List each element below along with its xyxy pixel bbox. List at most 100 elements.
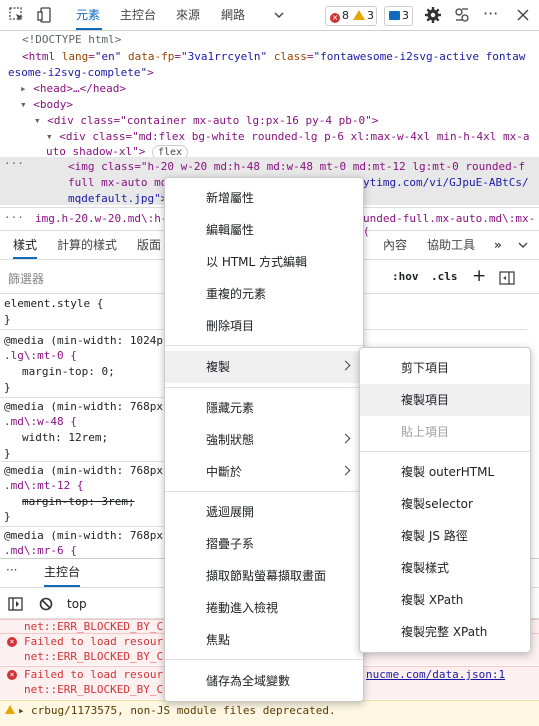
- submenu-item-copy-xpath[interactable]: 複製 XPath: [360, 584, 530, 616]
- drawer-menu-icon[interactable]: ···: [6, 563, 17, 577]
- submenu-item-copy-js-path[interactable]: 複製 JS 路徑: [360, 520, 530, 552]
- submenu-item-copy[interactable]: 複製項目: [360, 384, 530, 416]
- gear-icon[interactable]: [424, 6, 442, 24]
- console-warning: ▸ crbug/1173575, non-JS module files dep…: [0, 700, 539, 726]
- filter-input[interactable]: 篩選器: [8, 270, 44, 287]
- tab-properties[interactable]: 內容: [383, 231, 407, 259]
- html-class-val: "fontawesome-i2svg-active fontaw: [313, 50, 526, 63]
- error-icon: ×: [7, 670, 17, 680]
- more-icon[interactable]: ···: [4, 211, 24, 224]
- submenu-item-paste: 貼上項目: [360, 416, 530, 448]
- submenu-item-copy-outerhtml[interactable]: 複製 outerHTML: [360, 456, 530, 488]
- rule-declaration[interactable]: width: 12rem;: [22, 431, 108, 444]
- more-tabs-icon[interactable]: »: [494, 231, 502, 259]
- more-options-icon[interactable]: ···: [483, 6, 498, 22]
- menu-item-add-attribute[interactable]: 新增屬性: [165, 182, 363, 214]
- rule-selector[interactable]: .md\:mt-12 {: [4, 479, 83, 492]
- menu-item-collapse-children[interactable]: 摺疊子系: [165, 528, 363, 560]
- rule-close: }: [4, 510, 11, 523]
- drawer-tab-console[interactable]: 主控台: [44, 559, 81, 587]
- collapse-arrow-icon[interactable]: ▾: [20, 98, 27, 111]
- tab-layout[interactable]: 版面: [137, 231, 161, 259]
- close-icon[interactable]: [514, 6, 532, 24]
- chevron-right-icon: [340, 433, 351, 444]
- chevron-right-icon: [340, 360, 351, 371]
- rule-declaration[interactable]: margin-top: 0;: [22, 365, 115, 378]
- submenu-item-copy-full-xpath[interactable]: 複製完整 XPath: [360, 616, 530, 648]
- device-emulation-icon[interactable]: [36, 6, 54, 24]
- error-icon: ×: [7, 637, 17, 647]
- collapse-arrow-icon[interactable]: ▾: [46, 130, 53, 143]
- more-icon[interactable]: ···: [4, 157, 24, 170]
- head-node[interactable]: ▸ <head>…</head>: [20, 82, 126, 95]
- inspect-element-icon[interactable]: [8, 6, 26, 24]
- tab-elements[interactable]: 元素: [76, 0, 102, 30]
- body-node[interactable]: ▾ <body>: [20, 98, 73, 111]
- submenu-item-label: 複製 XPath: [401, 593, 464, 607]
- menu-item-hide-element[interactable]: 隱藏元素: [165, 392, 363, 424]
- errors-count: 8: [342, 9, 349, 22]
- tab-styles[interactable]: 樣式: [13, 231, 38, 259]
- menu-item-label: 儲存為全域變數: [206, 674, 291, 688]
- menu-item-capture-node-screenshot[interactable]: 擷取節點螢幕擷取畫面: [165, 560, 363, 592]
- rule-selector[interactable]: .md\:w-48 {: [4, 415, 77, 428]
- rule-selector[interactable]: .lg\:mt-0 {: [4, 349, 77, 362]
- img-node-line2: full mx-auto md: [68, 176, 168, 189]
- cls-toggle[interactable]: .cls: [431, 270, 458, 283]
- breadcrumb-item[interactable]: img.h-20.w-20.md\:h-48: [35, 212, 181, 225]
- tab-computed[interactable]: 計算的樣式: [57, 231, 117, 259]
- html-open: <html: [22, 50, 56, 63]
- submenu-item-copy-selector[interactable]: 複製selector: [360, 488, 530, 520]
- tab-sources[interactable]: 來源: [176, 0, 200, 30]
- menu-item-delete-element[interactable]: 刪除項目: [165, 310, 363, 342]
- menu-item-label: 焦點: [206, 633, 231, 647]
- menu-item-label: 隱藏元素: [206, 401, 255, 415]
- context-selector[interactable]: top: [67, 597, 87, 611]
- rule-declaration-overridden[interactable]: margin-top: 3rem;: [22, 495, 135, 508]
- menu-item-edit-attribute[interactable]: 編輯屬性: [165, 214, 363, 246]
- html-node[interactable]: <html lang="en" data-fp="3va1rrcyeln" cl…: [22, 50, 525, 63]
- submenu-item-label: 複製 outerHTML: [401, 465, 495, 479]
- chevron-down-icon[interactable]: [518, 240, 528, 250]
- console-error-text: net::ERR_BLOCKED_BY_C: [24, 683, 164, 696]
- menu-item-store-as-global[interactable]: 儲存為全域變數: [165, 665, 363, 697]
- chevron-down-icon[interactable]: [273, 9, 285, 21]
- tab-accessibility[interactable]: 協助工具: [427, 231, 475, 259]
- menu-item-break-on[interactable]: 中斷於: [165, 456, 363, 488]
- menu-item-focus[interactable]: 焦點: [165, 624, 363, 656]
- messages-badge[interactable]: 3: [384, 6, 413, 26]
- source-link[interactable]: nucme.com/data.json:1: [366, 668, 505, 681]
- doctype-node[interactable]: <!DOCTYPE html>: [22, 33, 121, 46]
- div-container-node[interactable]: ▾ <div class="container mx-auto lg:px-16…: [34, 114, 378, 127]
- console-error-text: net::ERR_BLOCKED_BY_C: [24, 620, 164, 633]
- expand-arrow-icon[interactable]: ▸: [18, 704, 25, 717]
- menu-item-edit-as-html[interactable]: 以 HTML 方式編輯: [165, 246, 363, 278]
- menu-item-copy[interactable]: 複製: [165, 351, 363, 383]
- clear-console-icon[interactable]: [39, 597, 53, 611]
- collapse-arrow-icon[interactable]: ▾: [34, 114, 41, 127]
- html-fp-val: "3va1rrcyeln": [180, 50, 268, 63]
- toggle-sidebar-icon[interactable]: [499, 270, 515, 286]
- issues-badge[interactable]: × 8 3: [325, 6, 377, 26]
- new-style-rule-button[interactable]: +: [472, 266, 486, 286]
- rule-selector[interactable]: .md\:mr-6 {: [4, 544, 77, 557]
- console-error-text: net::ERR_BLOCKED_BY_C: [24, 650, 164, 663]
- menu-item-expand-recursively[interactable]: 遞迴展開: [165, 496, 363, 528]
- submenu-item-label: 貼上項目: [401, 425, 450, 439]
- menu-item-scroll-into-view[interactable]: 捲動進入檢視: [165, 592, 363, 624]
- menu-item-force-state[interactable]: 強制狀態: [165, 424, 363, 456]
- customize-icon[interactable]: [453, 6, 471, 24]
- submenu-item-cut[interactable]: 剪下項目: [360, 352, 530, 384]
- menu-item-duplicate-element[interactable]: 重複的元素: [165, 278, 363, 310]
- media-query: @media (min-width: 768px: [4, 529, 163, 542]
- expand-arrow-icon[interactable]: ▸: [20, 82, 27, 95]
- hov-toggle[interactable]: :hov: [392, 270, 419, 283]
- div-flex-node[interactable]: ▾ <div class="md:flex bg-white rounded-l…: [46, 130, 529, 143]
- menu-item-label: 遞迴展開: [206, 505, 255, 519]
- element-style-selector[interactable]: element.style {: [4, 297, 103, 310]
- tab-network[interactable]: 網路: [221, 0, 245, 30]
- submenu-item-copy-styles[interactable]: 複製樣式: [360, 552, 530, 584]
- tab-console[interactable]: 主控台: [120, 0, 156, 30]
- toggle-sidebar-icon[interactable]: [8, 597, 23, 611]
- menu-item-label: 強制狀態: [206, 433, 255, 447]
